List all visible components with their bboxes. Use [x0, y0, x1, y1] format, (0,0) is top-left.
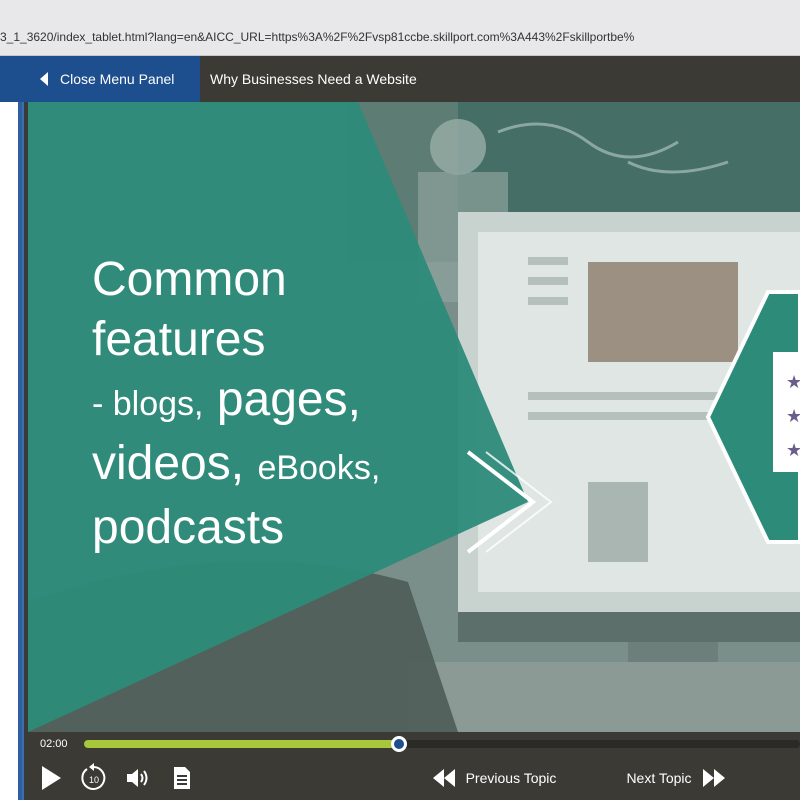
document-icon — [174, 767, 190, 789]
replay-label: 10 — [89, 775, 99, 785]
video-frame[interactable]: ★ ★ ★ Common features - blogs, pages, vi… — [28, 102, 800, 732]
slide-line-4-big: videos, — [92, 437, 245, 490]
play-button[interactable] — [36, 762, 66, 794]
svg-text:★: ★ — [786, 440, 800, 461]
course-title: Why Businesses Need a Website — [210, 71, 417, 87]
rewind-icon — [432, 769, 455, 787]
elapsed-time: 02:00 — [40, 738, 68, 750]
previous-topic-label: Previous Topic — [465, 770, 557, 786]
chevron-left-icon — [40, 72, 48, 86]
slide-line-4: videos, eBooks, — [92, 434, 492, 498]
slide-line-2: features — [92, 313, 266, 366]
play-icon — [42, 766, 61, 790]
player-controls: 02:00 10 Previous Topic Next Topic — [28, 732, 800, 800]
slide-line-3-big: pages, — [216, 373, 361, 426]
progress-fill — [84, 740, 400, 748]
volume-button[interactable] — [122, 762, 154, 794]
slide-line-4-small: eBooks, — [257, 449, 381, 487]
browser-address-bar[interactable]: 3_1_3620/index_tablet.html?lang=en&AICC_… — [0, 0, 800, 56]
replay-icon: 10 — [81, 763, 106, 790]
progress-bar[interactable] — [84, 736, 800, 752]
close-menu-label: Close Menu Panel — [60, 71, 175, 87]
slide-line-3-dash: - blogs, — [92, 385, 204, 423]
previous-topic-button[interactable]: Previous Topic — [424, 762, 564, 794]
close-menu-panel-button[interactable]: Close Menu Panel — [0, 56, 200, 102]
menu-side-panel[interactable] — [0, 102, 24, 800]
next-topic-button[interactable]: Next Topic — [616, 762, 736, 794]
speaker-icon — [127, 769, 148, 787]
slide-line-1: Common — [92, 253, 287, 306]
replay-10-button[interactable]: 10 — [78, 762, 110, 794]
fast-forward-icon — [702, 769, 725, 787]
svg-text:★: ★ — [786, 406, 800, 427]
transcript-button[interactable] — [168, 762, 196, 794]
progress-handle[interactable] — [391, 736, 408, 752]
svg-text:★: ★ — [786, 372, 800, 393]
slide-line-3: - blogs, pages, — [92, 370, 492, 434]
url-text[interactable]: 3_1_3620/index_tablet.html?lang=en&AICC_… — [0, 30, 800, 50]
player-top-bar: Close Menu Panel Why Businesses Need a W… — [0, 56, 800, 102]
side-panel-scrollbar[interactable] — [18, 102, 22, 800]
slide-heading: Common features - blogs, pages, videos, … — [92, 250, 492, 558]
slide-line-5: podcasts — [92, 501, 285, 554]
next-topic-label: Next Topic — [626, 770, 692, 786]
